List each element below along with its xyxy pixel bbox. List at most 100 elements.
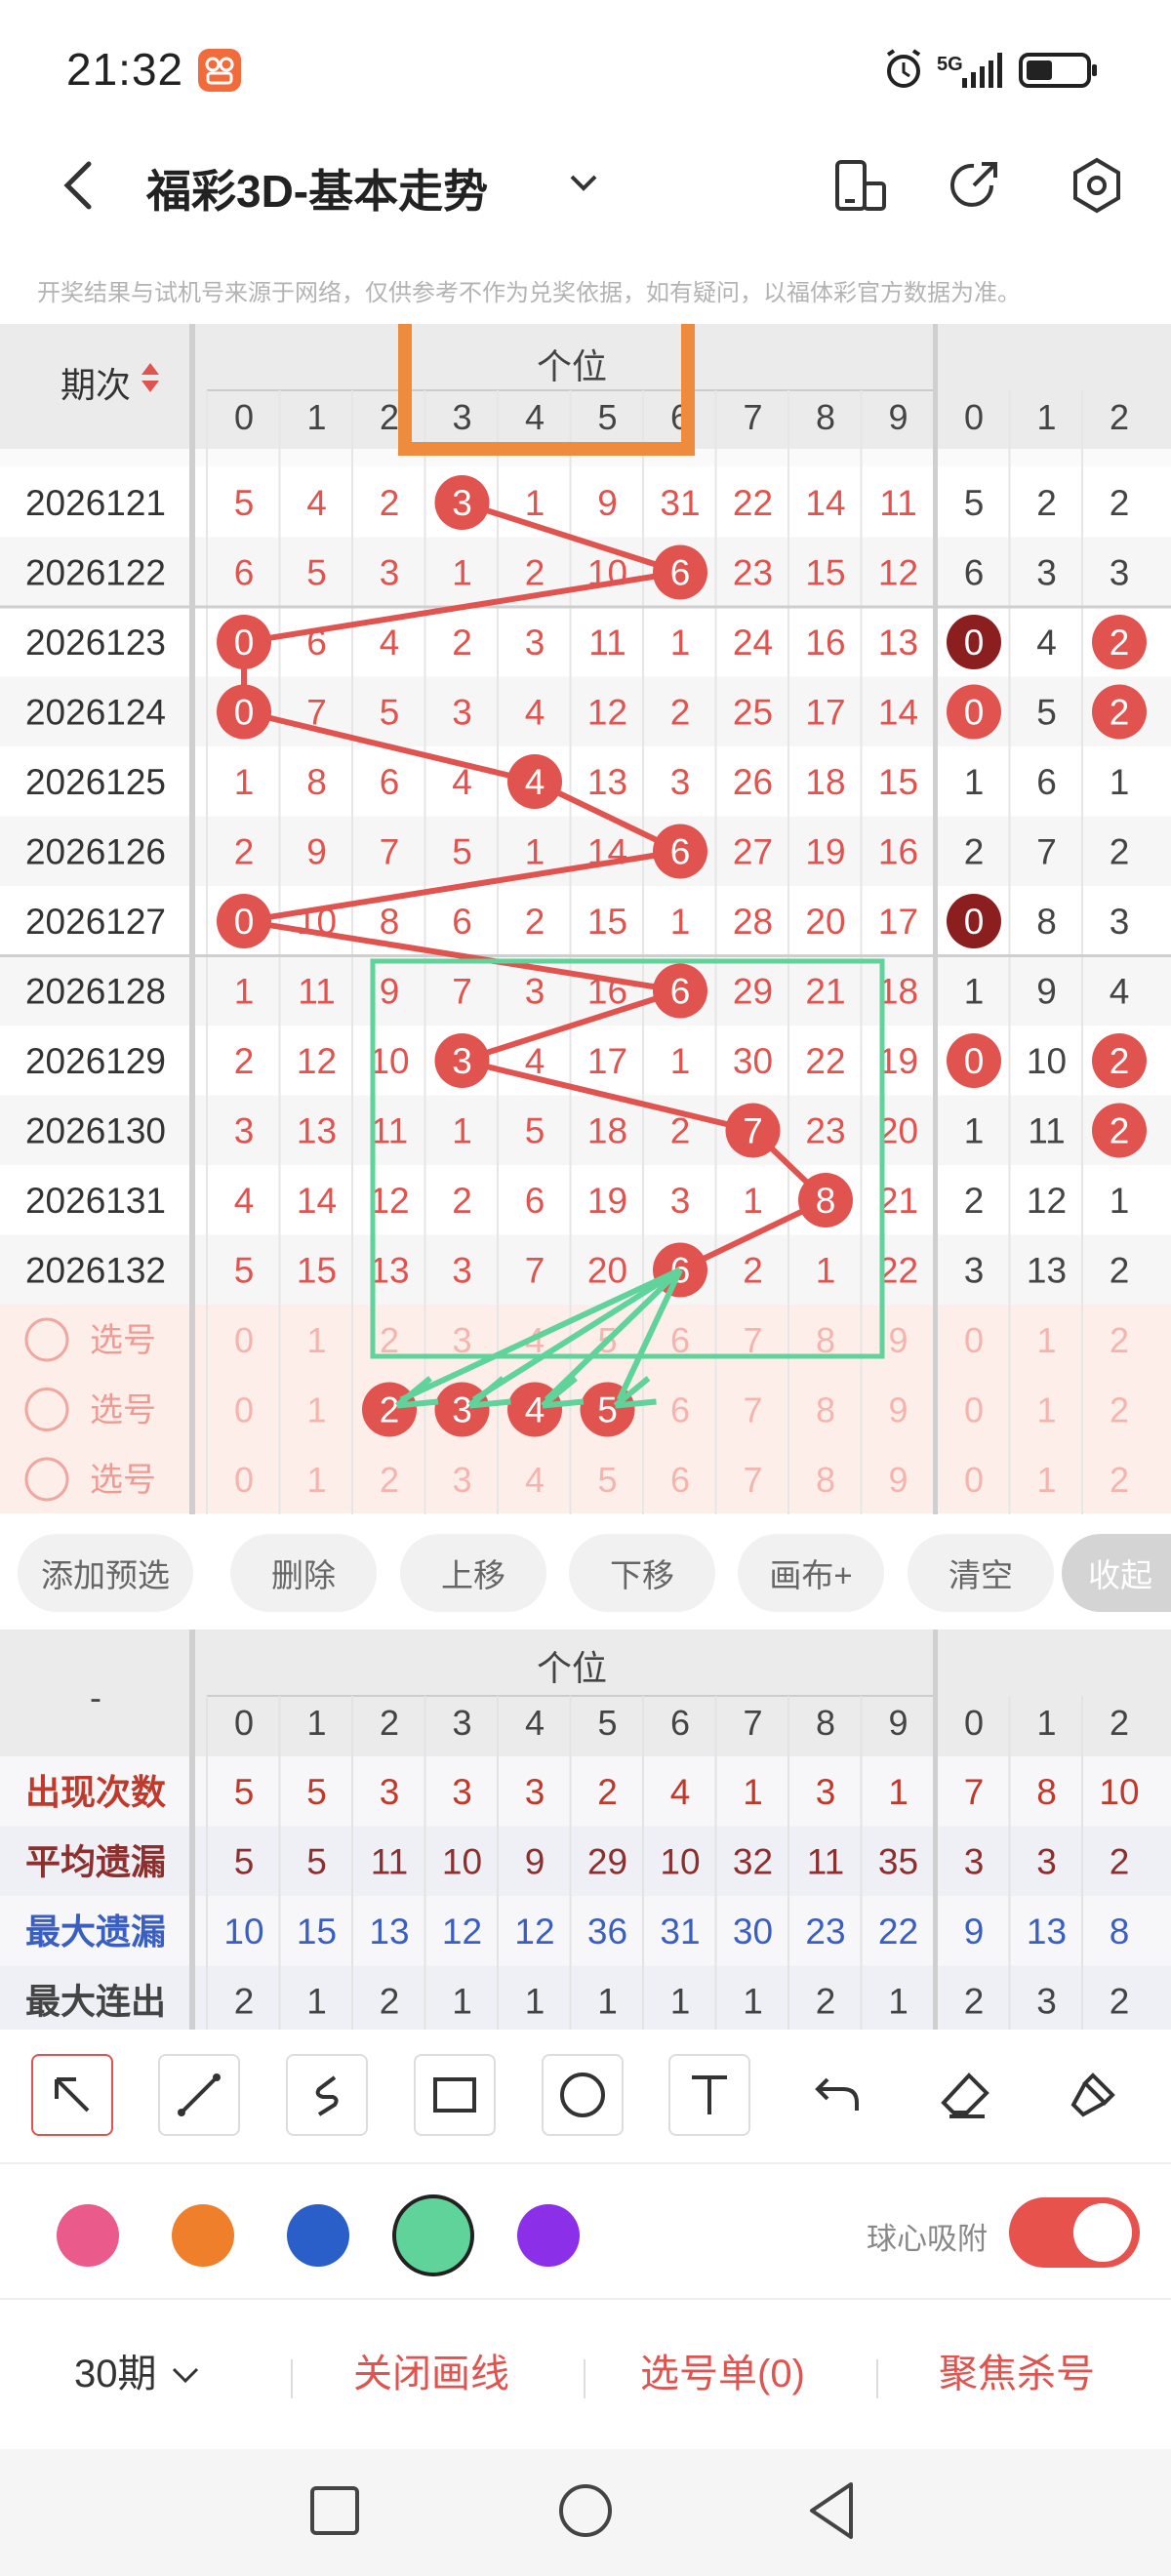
status-bar: 21:32 5G (0, 0, 1171, 141)
page-title: 福彩3D-基本走势 (146, 166, 489, 217)
miss-count: 24 (733, 623, 773, 663)
miss-count: 17 (805, 693, 845, 733)
select-digit[interactable]: 9 (888, 1460, 908, 1500)
miss-count: 28 (733, 902, 773, 942)
select-extra-digit[interactable]: 0 (964, 1460, 984, 1500)
select-digit[interactable]: 7 (743, 1460, 762, 1500)
select-digit[interactable]: 9 (888, 1390, 908, 1430)
title-chevron-down-icon[interactable] (564, 168, 603, 197)
share-icon[interactable] (945, 156, 1003, 215)
select-arrow-icon[interactable] (31, 2054, 113, 2136)
select-digit[interactable]: 3 (452, 1460, 471, 1500)
undo-icon[interactable] (796, 2054, 878, 2136)
focus-kill-button[interactable]: 聚焦杀号 (939, 2342, 1095, 2398)
action-button[interactable]: 下移 (569, 1534, 715, 1612)
select-digit[interactable]: 5 (597, 1460, 617, 1500)
back-arrow-icon[interactable] (54, 156, 102, 215)
miss-count: 17 (878, 902, 918, 942)
stats-extra-digit-header: 2 (1110, 1703, 1129, 1743)
period-number: 2026132 (25, 1251, 166, 1291)
action-button[interactable]: 收起 (1062, 1534, 1171, 1612)
select-digit[interactable]: 7 (743, 1390, 762, 1430)
miss-count: 7 (525, 1251, 545, 1291)
select-digit[interactable]: 8 (816, 1460, 835, 1500)
period-number: 2026124 (25, 693, 166, 733)
select-digit[interactable]: 6 (670, 1460, 690, 1500)
color-swatch[interactable] (287, 2204, 349, 2267)
miss-count: 12 (369, 1181, 409, 1221)
action-button[interactable]: 添加预选 (18, 1534, 193, 1612)
color-swatch[interactable] (392, 2194, 474, 2276)
settings-gear-icon[interactable] (1068, 156, 1126, 215)
action-button[interactable]: 上移 (400, 1534, 546, 1612)
select-extra-digit[interactable]: 1 (1036, 1320, 1056, 1360)
select-digit[interactable]: 0 (234, 1390, 254, 1430)
miss-count: 18 (805, 762, 845, 802)
miss-count: 3 (234, 1111, 255, 1151)
select-extra-digit[interactable]: 0 (964, 1390, 984, 1430)
extra-miss-count: 9 (1036, 972, 1057, 1012)
select-extra-digit[interactable]: 1 (1036, 1460, 1056, 1500)
color-swatch[interactable] (172, 2204, 234, 2267)
stats-value: 8 (1036, 1772, 1057, 1812)
select-digit[interactable]: 1 (306, 1460, 326, 1500)
stats-value: 1 (888, 1982, 909, 2022)
hit-number: 7 (743, 1111, 763, 1151)
select-digit[interactable]: 6 (670, 1390, 690, 1430)
select-digit[interactable]: 2 (380, 1460, 399, 1500)
select-extra-digit[interactable]: 2 (1110, 1320, 1129, 1360)
rectangle-icon[interactable] (414, 2054, 496, 2136)
snap-label: 球心吸附 (867, 2222, 988, 2256)
select-digit[interactable]: 4 (525, 1460, 545, 1500)
eraser-icon[interactable] (924, 2054, 1006, 2136)
period-number: 2026131 (25, 1181, 166, 1221)
separator (876, 2359, 878, 2398)
miss-count: 19 (587, 1181, 627, 1221)
select-digit[interactable]: 0 (234, 1320, 254, 1360)
select-extra-digit[interactable]: 1 (1036, 1390, 1056, 1430)
period-col-header[interactable]: 期次 (61, 365, 131, 405)
select-digit[interactable]: 1 (306, 1390, 326, 1430)
select-extra-digit[interactable]: 2 (1110, 1460, 1129, 1500)
miss-count: 5 (306, 553, 327, 593)
color-swatch[interactable] (57, 2204, 119, 2267)
action-button[interactable]: 删除 (230, 1534, 377, 1612)
miss-count: 9 (380, 972, 400, 1012)
brush-icon[interactable] (1052, 2054, 1134, 2136)
trend-table[interactable]: 期次 个位0 1 2 3 4 5 6 7 8 9 0 1 22026121 5 4 2 3 1 9 31 22 14 11 5 2… (0, 324, 1171, 1514)
miss-count: 16 (805, 623, 845, 663)
recent-apps-icon[interactable] (310, 2486, 359, 2535)
period-select[interactable]: 30期 (74, 2342, 203, 2398)
select-digit[interactable]: 8 (816, 1390, 835, 1430)
hit-number: 8 (816, 1181, 836, 1221)
stats-value: 5 (306, 1842, 327, 1882)
extra-miss-count: 11 (1028, 1111, 1065, 1151)
miss-count: 15 (297, 1251, 337, 1291)
select-digit[interactable]: 1 (306, 1320, 326, 1360)
select-digit[interactable]: 0 (234, 1460, 254, 1500)
ticket-button[interactable]: 选号单(0) (640, 2342, 805, 2398)
select-extra-digit[interactable]: 0 (964, 1320, 984, 1360)
select-digit[interactable]: 9 (888, 1320, 908, 1360)
line-icon[interactable] (158, 2054, 240, 2136)
select-extra-digit[interactable]: 2 (1110, 1390, 1129, 1430)
home-icon[interactable] (559, 2484, 612, 2537)
close-drawing-button[interactable]: 关闭画线 (353, 2342, 509, 2398)
phone-rotate-icon[interactable] (829, 156, 888, 215)
stats-value: 3 (816, 1772, 836, 1812)
back-nav-icon[interactable] (810, 2482, 853, 2539)
extra-hit-number: 0 (964, 693, 985, 733)
color-swatch[interactable] (517, 2204, 580, 2267)
text-icon[interactable] (668, 2054, 750, 2136)
miss-count: 11 (298, 972, 335, 1012)
extra-miss-count: 2 (964, 1181, 985, 1221)
extra-hit-number: 0 (964, 623, 985, 663)
period-number: 2026127 (25, 902, 166, 942)
circle-icon[interactable] (542, 2054, 624, 2136)
freehand-icon[interactable] (286, 2054, 368, 2136)
stats-value: 2 (380, 1982, 400, 2022)
miss-count: 3 (380, 553, 400, 593)
action-button[interactable]: 清空 (908, 1534, 1054, 1612)
stats-value: 12 (442, 1912, 482, 1952)
action-button[interactable]: 画布+ (738, 1534, 884, 1612)
